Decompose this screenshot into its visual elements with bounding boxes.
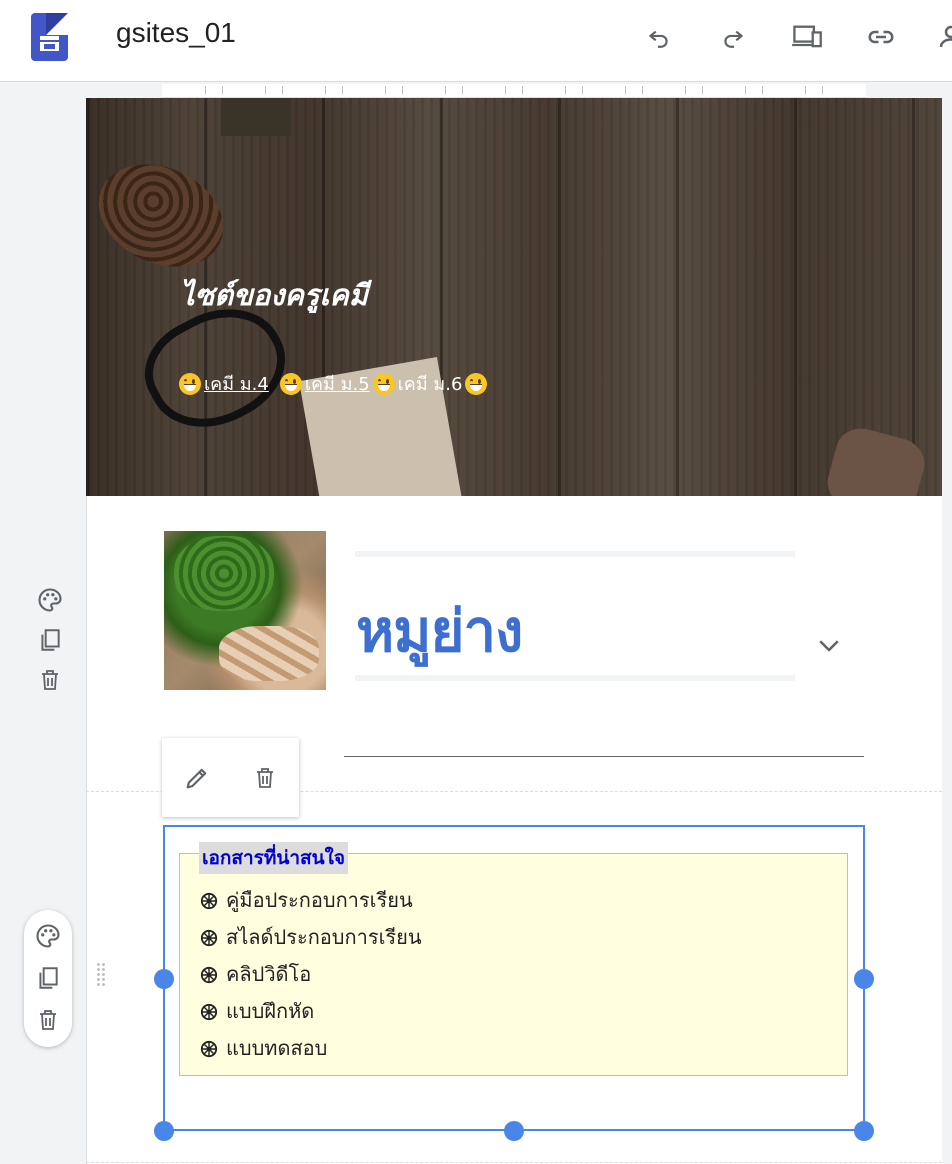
grinning-face-icon	[179, 372, 201, 395]
resize-handle-bottom[interactable]	[504, 1121, 524, 1141]
share-person-icon[interactable]	[934, 20, 952, 54]
pinecone-decor	[86, 144, 240, 287]
undo-icon[interactable]	[642, 20, 676, 54]
duplicate-icon[interactable]	[30, 620, 70, 660]
section2-tools	[24, 910, 72, 1047]
delete-icon[interactable]	[245, 758, 285, 798]
site-name[interactable]: gsites_01	[116, 17, 236, 49]
section1-tools	[30, 580, 70, 700]
duplicate-icon[interactable]	[24, 957, 72, 999]
delete-icon[interactable]	[24, 999, 72, 1041]
jar-decor	[822, 422, 930, 496]
horizontal-line[interactable]	[344, 756, 864, 757]
floating-edit-toolbar	[162, 738, 299, 817]
resize-handle-bottom-right[interactable]	[854, 1121, 874, 1141]
edit-pencil-icon[interactable]	[177, 758, 217, 798]
resize-handle-right[interactable]	[854, 969, 874, 989]
selection-frame[interactable]	[163, 825, 865, 1131]
section-heading[interactable]: หมูย่าง	[356, 584, 523, 677]
nav-link-chem-5[interactable]: เคมี ม.5	[305, 369, 370, 398]
nav-link-chem-4[interactable]: เคมี ม.4	[204, 369, 269, 398]
grinning-face-icon	[372, 372, 395, 395]
top-bar: gsites_01	[0, 0, 952, 82]
section-separator	[86, 1162, 942, 1163]
site-title[interactable]: ไซต์ของครูเคมี	[180, 272, 368, 318]
redo-icon[interactable]	[716, 20, 750, 54]
google-sites-logo-icon[interactable]	[31, 13, 68, 61]
divider-top	[355, 551, 795, 557]
palette-icon[interactable]	[30, 580, 70, 620]
palette-icon[interactable]	[24, 915, 72, 957]
grinning-face-icon	[279, 372, 302, 395]
horizontal-ruler	[162, 84, 866, 98]
nav-text-chem-6[interactable]: เคมี ม.6	[398, 369, 463, 398]
preview-devices-icon[interactable]	[790, 20, 824, 54]
chevron-down-icon[interactable]	[814, 630, 844, 660]
food-image[interactable]	[164, 531, 326, 690]
divider-bottom	[355, 675, 795, 681]
resize-handle-left[interactable]	[154, 969, 174, 989]
decor-box	[221, 98, 291, 136]
delete-icon[interactable]	[30, 660, 70, 700]
resize-handle-bottom-left[interactable]	[154, 1121, 174, 1141]
grinning-face-icon	[465, 372, 488, 395]
link-icon[interactable]	[864, 20, 898, 54]
drag-handle[interactable]	[96, 962, 106, 988]
header-nav: เคมี ม.4 เคมี ม.5 เคมี ม.6	[176, 369, 490, 398]
